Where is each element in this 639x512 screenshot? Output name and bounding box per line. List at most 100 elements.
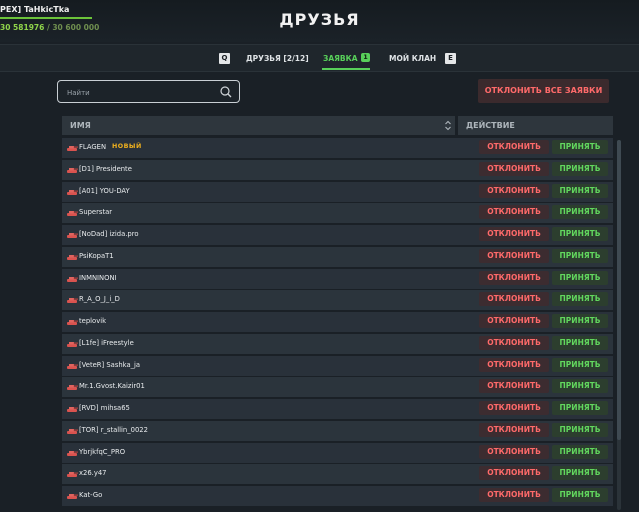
page-title: ДРУЗЬЯ (279, 10, 360, 29)
player-nickname: x26.y47 (79, 469, 107, 478)
accept-button[interactable]: ПРИНЯТЬ (552, 314, 608, 328)
tank-icon (67, 211, 78, 217)
next-tab-key[interactable]: E (445, 53, 456, 64)
table-row: Kat-Go ОТКЛОНИТЬ ПРИНЯТЬ (62, 486, 613, 506)
player-nickname: FLAGEN (79, 143, 107, 151)
top-bar: PEX] TaHkicTka 30 581976 / 30 600 000 ДР… (0, 0, 639, 42)
table-row: [NoDad] izida.pro ОТКЛОНИТЬ ПРИНЯТЬ (62, 225, 613, 245)
decline-button[interactable]: ОТКЛОНИТЬ (479, 314, 549, 328)
decline-button[interactable]: ОТКЛОНИТЬ (479, 335, 549, 350)
search-icon[interactable] (220, 86, 232, 98)
table-row: YbrjkfqC_PRO ОТКЛОНИТЬ ПРИНЯТЬ (62, 442, 613, 463)
decline-button[interactable]: ОТКЛОНИТЬ (479, 248, 549, 263)
table-row: [VeteR] Sashka_ja ОТКЛОНИТЬ ПРИНЯТЬ (62, 355, 613, 376)
requests-count-badge: 1 (361, 53, 370, 62)
accept-button[interactable]: ПРИНЯТЬ (552, 401, 608, 415)
table-row: R_A_O_J_i_D ОТКЛОНИТЬ ПРИНЯТЬ (62, 290, 613, 311)
table-row: x26.y47 ОТКЛОНИТЬ ПРИНЯТЬ (62, 464, 613, 485)
accept-button[interactable]: ПРИНЯТЬ (552, 161, 608, 176)
player-nickname: [D1] Presidente (79, 164, 132, 173)
decline-button[interactable]: ОТКЛОНИТЬ (479, 466, 549, 481)
requests-table: ИМЯ ДЕЙСТВИЕ FLAGEN НОВЫЙ ОТКЛОНИТЬ ПРИНЯТЬ… (62, 116, 613, 512)
decline-all-button[interactable]: ОТКЛОНИТЬ ВСЕ ЗАЯВКИ (478, 79, 609, 103)
accept-button[interactable]: ПРИНЯТЬ (552, 357, 608, 372)
prev-tab-key[interactable]: Q (219, 53, 230, 64)
tank-icon (67, 407, 78, 412)
decline-button[interactable]: ОТКЛОНИТЬ (479, 140, 549, 154)
player-nickname: Mr.1.Gvost.Kaizir01 (79, 382, 145, 391)
table-row: Mr.1.Gvost.Kaizir01 ОТКЛОНИТЬ ПРИНЯТЬ (62, 377, 613, 398)
player-nickname: Superstar (79, 208, 113, 217)
table-row: PsiKopaT1 ОТКЛОНИТЬ ПРИНЯТЬ (62, 246, 613, 267)
decline-button[interactable]: ОТКЛОНИТЬ (479, 183, 549, 198)
tank-icon (67, 385, 78, 391)
player-nickname: [NoDad] izida.pro (79, 230, 139, 238)
decline-button[interactable]: ОТКЛОНИТЬ (479, 379, 549, 394)
tab-my-clan[interactable]: МОЙ КЛАН (389, 54, 436, 63)
tank-icon (67, 494, 78, 499)
active-tab-indicator (322, 68, 370, 70)
player-nickname: R_A_O_J_i_D (79, 295, 120, 304)
player-nickname: teplovik (79, 317, 107, 325)
tabs-bar: Q ДРУЗЬЯ [2/12] ЗАЯВКА МОЙ КЛАН E (0, 44, 639, 72)
accept-button[interactable]: ПРИНЯТЬ (552, 466, 608, 481)
tank-icon (67, 298, 78, 304)
decline-button[interactable]: ОТКЛОНИТЬ (479, 270, 549, 285)
player-nickname: YbrjkfqC_PRO (79, 447, 126, 456)
decline-button[interactable]: ОТКЛОНИТЬ (479, 205, 549, 220)
tank-icon (67, 363, 78, 369)
scrollbar-thumb[interactable] (617, 140, 621, 440)
tank-icon (67, 276, 78, 282)
decline-button[interactable]: ОТКЛОНИТЬ (479, 422, 549, 437)
tank-icon (67, 428, 78, 434)
accept-button[interactable]: ПРИНЯТЬ (552, 227, 608, 241)
accept-button[interactable]: ПРИНЯТЬ (552, 379, 608, 394)
player-nickname: [L1fe] iFreestyle (79, 338, 134, 347)
decline-button[interactable]: ОТКЛОНИТЬ (479, 444, 549, 459)
search-box (57, 80, 240, 103)
decline-button[interactable]: ОТКЛОНИТЬ (479, 227, 549, 241)
new-badge: НОВЫЙ (112, 143, 142, 150)
accept-button[interactable]: ПРИНЯТЬ (552, 422, 608, 437)
table-row: [RVD] mihsa65 ОТКЛОНИТЬ ПРИНЯТЬ (62, 399, 613, 419)
tank-icon (67, 320, 78, 325)
accept-button[interactable]: ПРИНЯТЬ (552, 292, 608, 307)
accept-button[interactable]: ПРИНЯТЬ (552, 444, 608, 459)
column-header-name: ИМЯ (70, 121, 91, 130)
tank-icon (67, 450, 78, 456)
decline-button[interactable]: ОТКЛОНИТЬ (479, 292, 549, 307)
player-nickname: [VeteR] Sashka_ja (79, 360, 141, 369)
accept-button[interactable]: ПРИНЯТЬ (552, 205, 608, 220)
table-header: ИМЯ ДЕЙСТВИЕ (62, 116, 613, 135)
sort-icon[interactable] (444, 120, 452, 131)
tank-icon (67, 167, 78, 173)
search-input[interactable] (65, 86, 219, 100)
accept-button[interactable]: ПРИНЯТЬ (552, 335, 608, 350)
accept-button[interactable]: ПРИНЯТЬ (552, 140, 608, 154)
decline-button[interactable]: ОТКЛОНИТЬ (479, 488, 549, 502)
accept-button[interactable]: ПРИНЯТЬ (552, 248, 608, 263)
column-divider (455, 116, 458, 135)
player-nickname: PsiKopaT1 (79, 251, 114, 260)
accept-button[interactable]: ПРИНЯТЬ (552, 488, 608, 502)
player-nickname: [TOR] r_stallin_0022 (79, 425, 148, 434)
player-nickname: INMNINONI (79, 273, 117, 282)
player-nickname: [A01] YOU-DAY (79, 186, 130, 195)
tank-icon (67, 254, 78, 260)
scrollbar[interactable] (617, 140, 621, 510)
accept-button[interactable]: ПРИНЯТЬ (552, 183, 608, 198)
table-row: [L1fe] iFreestyle ОТКЛОНИТЬ ПРИНЯТЬ (62, 333, 613, 354)
table-row: [A01] YOU-DAY ОТКЛОНИТЬ ПРИНЯТЬ (62, 181, 613, 202)
tank-icon (67, 233, 78, 238)
tab-friends[interactable]: ДРУЗЬЯ [2/12] (246, 54, 309, 63)
player-nickname: Kat-Go (79, 491, 103, 499)
tab-requests[interactable]: ЗАЯВКА (323, 54, 358, 63)
table-row: INMNINONI ОТКЛОНИТЬ ПРИНЯТЬ (62, 268, 613, 289)
decline-button[interactable]: ОТКЛОНИТЬ (479, 161, 549, 176)
accept-button[interactable]: ПРИНЯТЬ (552, 270, 608, 285)
decline-button[interactable]: ОТКЛОНИТЬ (479, 357, 549, 372)
tank-icon (67, 189, 78, 195)
decline-button[interactable]: ОТКЛОНИТЬ (479, 401, 549, 415)
player-nickname: [RVD] mihsa65 (79, 404, 130, 412)
tank-icon (67, 341, 78, 347)
